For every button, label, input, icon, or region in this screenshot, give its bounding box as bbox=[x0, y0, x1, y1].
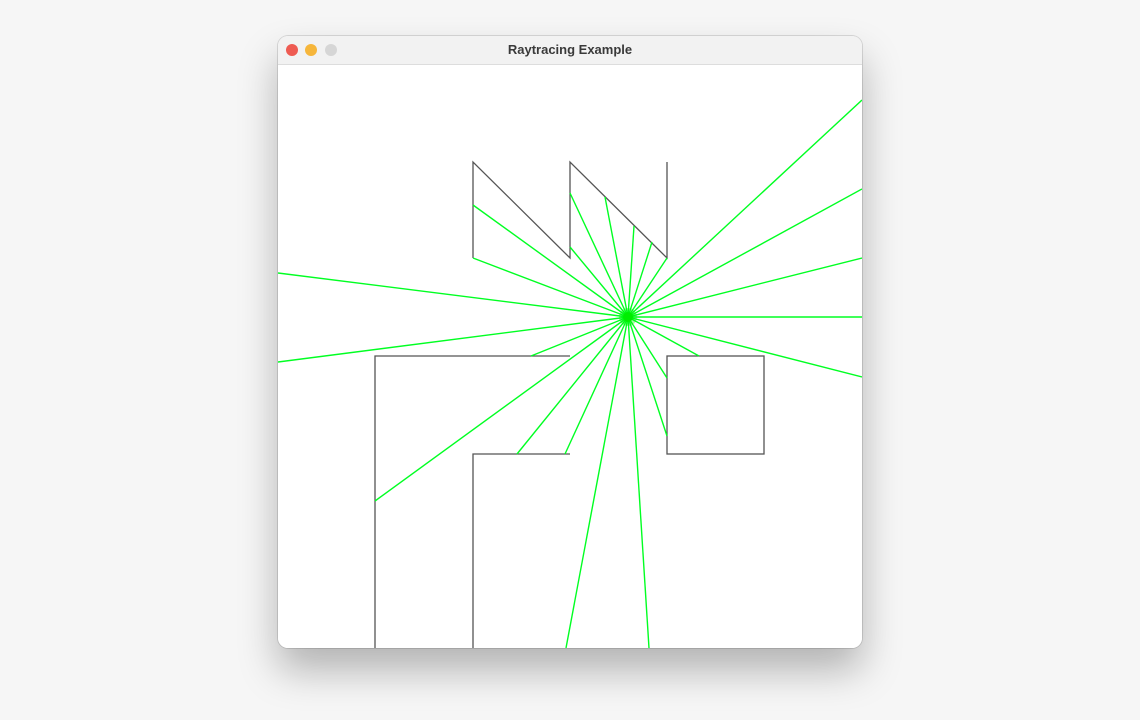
ray bbox=[627, 257, 862, 318]
light-core bbox=[623, 312, 633, 322]
wall-square bbox=[666, 355, 765, 455]
title-bar[interactable]: Raytracing Example bbox=[278, 36, 862, 65]
ray bbox=[627, 316, 650, 648]
ray bbox=[627, 316, 862, 378]
light-source[interactable] bbox=[619, 308, 637, 326]
ray bbox=[565, 316, 629, 648]
ray bbox=[604, 196, 629, 318]
window-title: Raytracing Example bbox=[507, 42, 633, 57]
raytracing-canvas[interactable] bbox=[278, 65, 862, 648]
app-window: Raytracing Example bbox=[278, 36, 862, 648]
scene-svg bbox=[278, 99, 862, 648]
wall-zigzag bbox=[472, 160, 668, 260]
walls bbox=[374, 160, 765, 648]
wall-inner-step bbox=[472, 453, 570, 648]
ray bbox=[564, 316, 629, 455]
